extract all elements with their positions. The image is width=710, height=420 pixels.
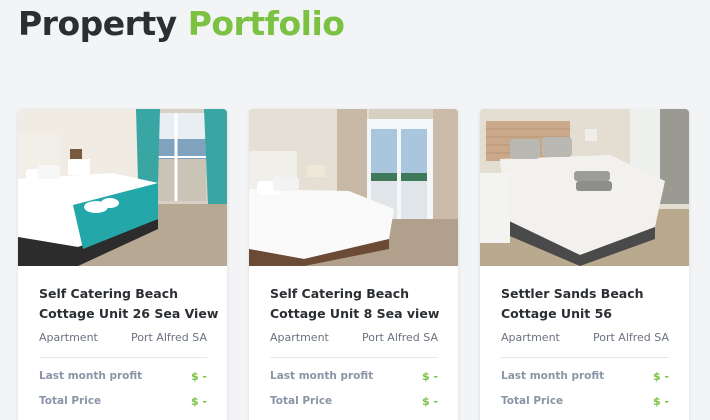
total-price-row: Total Price $ - xyxy=(39,395,207,409)
last-month-profit-value: $ - xyxy=(421,370,438,383)
divider xyxy=(270,357,438,358)
property-card[interactable]: Self Catering Beach Cottage Unit 26 Sea … xyxy=(18,109,227,420)
total-price-label: Total Price xyxy=(39,395,102,407)
property-type: Apartment xyxy=(270,331,329,344)
total-price-value: $ - xyxy=(652,395,669,408)
last-month-profit-value: $ - xyxy=(190,370,207,383)
total-price-value: $ - xyxy=(190,395,207,408)
last-month-profit-row: Last month profit $ - xyxy=(501,370,669,384)
property-card[interactable]: Settler Sands Beach Cottage Unit 56 Apar… xyxy=(480,109,689,420)
total-price-label: Total Price xyxy=(270,395,333,407)
last-month-profit-label: Last month profit xyxy=(501,370,605,382)
property-card[interactable]: Self Catering Beach Cottage Unit 8 Sea v… xyxy=(249,109,458,420)
property-title[interactable]: Settler Sands Beach Cottage Unit 56 xyxy=(501,284,681,324)
property-meta: Apartment Port Alfred SA xyxy=(39,331,207,345)
total-price-row: Total Price $ - xyxy=(270,395,438,409)
total-price-value: $ - xyxy=(421,395,438,408)
property-photo[interactable] xyxy=(480,109,689,266)
page-title: Property Portfolio xyxy=(18,4,345,43)
property-meta: Apartment Port Alfred SA xyxy=(270,331,438,345)
last-month-profit-row: Last month profit $ - xyxy=(39,370,207,384)
property-photo[interactable] xyxy=(249,109,458,266)
property-title[interactable]: Self Catering Beach Cottage Unit 26 Sea … xyxy=(39,284,219,324)
property-type: Apartment xyxy=(501,331,560,344)
property-title[interactable]: Self Catering Beach Cottage Unit 8 Sea v… xyxy=(270,284,450,324)
property-location: Port Alfred SA xyxy=(362,331,438,344)
page-title-part2: Portfolio xyxy=(187,4,345,43)
divider xyxy=(501,357,669,358)
total-price-row: Total Price $ - xyxy=(501,395,669,409)
page-title-part1: Property xyxy=(18,4,177,43)
divider xyxy=(39,357,207,358)
last-month-profit-label: Last month profit xyxy=(39,370,143,382)
last-month-profit-value: $ - xyxy=(652,370,669,383)
property-photo[interactable] xyxy=(18,109,227,266)
last-month-profit-row: Last month profit $ - xyxy=(270,370,438,384)
last-month-profit-label: Last month profit xyxy=(270,370,374,382)
property-location: Port Alfred SA xyxy=(131,331,207,344)
total-price-label: Total Price xyxy=(501,395,564,407)
property-location: Port Alfred SA xyxy=(593,331,669,344)
property-meta: Apartment Port Alfred SA xyxy=(501,331,669,345)
property-type: Apartment xyxy=(39,331,98,344)
